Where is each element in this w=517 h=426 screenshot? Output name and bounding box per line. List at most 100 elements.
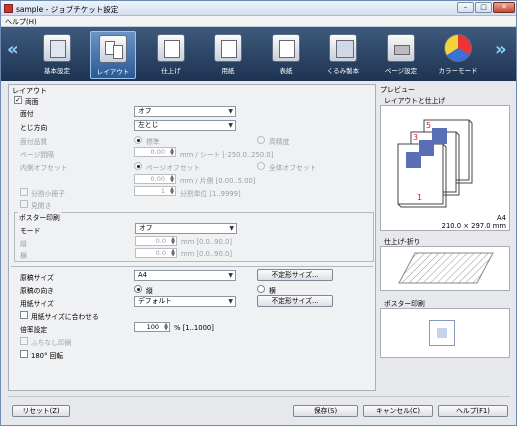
custom-size-button-2[interactable]: 不定形サイズ... (257, 295, 333, 307)
quality-high-radio[interactable] (257, 136, 265, 144)
offset-all-radio[interactable] (257, 162, 265, 170)
flower-image-icon (419, 140, 434, 156)
split-booklet-checkbox[interactable] (20, 188, 28, 196)
fit-to-paper-checkbox[interactable] (20, 311, 28, 319)
tab-perfect-binding[interactable]: くるみ製本 (320, 31, 366, 79)
offset-unit: mm / 片側 [0.00..5.00] (180, 177, 256, 185)
poster-vertical-input[interactable]: 0.0 ▲ ▼ (135, 236, 177, 246)
quality-high-label: 高精度 (269, 138, 290, 146)
quality-standard-radio[interactable] (134, 136, 142, 144)
tab-paper[interactable]: 用紙 (205, 31, 251, 79)
scroll-left-icon[interactable]: « (7, 41, 19, 59)
chevron-down-icon: ▼ (228, 108, 233, 115)
minimize-button[interactable]: – (457, 2, 474, 13)
page-number: 5 (426, 121, 431, 130)
chevron-down-icon: ▼ (228, 298, 233, 305)
input-value: 1 (160, 187, 165, 195)
reset-button[interactable]: リセット(Z) (12, 405, 70, 417)
spinner-icon[interactable]: ▲ ▼ (164, 323, 168, 332)
orientation-landscape-radio[interactable] (257, 285, 265, 293)
zoom-unit: % [1..1000] (174, 324, 214, 332)
tab-color-mode[interactable]: カラーモード (435, 31, 481, 79)
spread-checkbox[interactable] (20, 200, 28, 208)
preview-title: プレビュー (380, 86, 415, 94)
poster-mode-select[interactable]: オフ ▼ (135, 223, 237, 234)
window-title: sample - ジョブチケット設定 (16, 5, 119, 14)
imposition-quality-label: 面付品質 (20, 138, 48, 146)
tab-basic-settings[interactable]: 基本設定 (34, 31, 80, 79)
close-button[interactable]: ✕ (493, 2, 515, 13)
rotate-checkbox[interactable] (20, 350, 28, 358)
paper-size-select[interactable]: デフォルト ▼ (134, 296, 236, 307)
tab-finishing[interactable]: 仕上げ (148, 31, 194, 79)
paper-name: A4 (497, 214, 506, 222)
spinner-icon[interactable]: ▲ ▼ (171, 237, 175, 246)
poster-horizontal-unit: mm [0.0..90.0] (181, 250, 232, 258)
menu-bar: ヘルプ(H) (1, 16, 516, 27)
divider (11, 266, 373, 267)
tab-label: カラーモード (438, 67, 478, 75)
page-spacing-label: ページ間隔 (20, 151, 54, 159)
borderless-label: ふちなし印刷 (31, 339, 72, 347)
split-unit-label: 分割単位 [1..9999] (180, 190, 241, 198)
color-mode-icon (444, 34, 472, 62)
select-value: デフォルト (138, 297, 172, 305)
spread-label: 見開き (31, 202, 52, 210)
poster-horizontal-input[interactable]: 0.0 ▲ ▼ (135, 248, 177, 258)
spinner-icon[interactable]: ▲ ▼ (171, 249, 175, 258)
layout-icon (99, 35, 127, 63)
select-value: オフ (138, 107, 152, 115)
original-size-select[interactable]: A4 ▼ (134, 270, 236, 281)
zoom-label: 倍率設定 (20, 326, 48, 334)
menu-help[interactable]: ヘルプ(H) (5, 17, 37, 27)
poster-group-title: ポスター印刷 (18, 212, 61, 222)
split-unit-input[interactable]: 1 ▲ ▼ (134, 186, 176, 196)
tab-label: 基本設定 (44, 67, 70, 75)
orientation-portrait-radio[interactable] (134, 285, 142, 293)
offset-page-radio[interactable] (134, 162, 142, 170)
page-spacing-input[interactable]: 0.00 ▲ ▼ (134, 147, 176, 157)
spinner-icon[interactable]: ▲ ▼ (170, 148, 174, 157)
input-value: 0.0 (155, 249, 166, 257)
cancel-button[interactable]: キャンセル(C) (363, 405, 433, 417)
poster-preview-title: ポスター印刷 (384, 300, 425, 308)
tab-label: 表紙 (279, 67, 293, 75)
maximize-button[interactable]: □ (475, 2, 492, 13)
borderless-checkbox[interactable] (20, 337, 28, 345)
tab-page-settings[interactable]: ページ設定 (378, 31, 424, 79)
zoom-input[interactable]: 100 ▲ ▼ (134, 322, 170, 332)
custom-size-button[interactable]: 不定形サイズ... (257, 269, 333, 281)
spinner-icon[interactable]: ▲ ▼ (170, 187, 174, 196)
original-size-label: 原稿サイズ (20, 274, 54, 282)
orientation-landscape-label: 横 (269, 287, 276, 295)
tab-layout[interactable]: レイアウト (90, 31, 136, 79)
poster-print-group: ポスター印刷 モード オフ ▼ 縦 0.0 ▲ ▼ mm [0.0..90.0] 横 … (14, 212, 374, 262)
pages-per-sheet-select[interactable]: オフ ▼ (134, 106, 236, 117)
poster-preview (380, 308, 510, 358)
page-spacing-unit: mm / シート [-250.0..250.0] (180, 151, 274, 159)
poster-horizontal-label: 横 (20, 252, 27, 260)
chevron-down-icon: ▼ (228, 122, 233, 129)
perfect-binding-icon (329, 34, 357, 62)
save-button[interactable]: 保存(S) (293, 405, 358, 417)
fold-preview (380, 246, 510, 291)
poster-mode-label: モード (20, 227, 41, 235)
spinner-icon[interactable]: ▲ ▼ (170, 175, 174, 184)
tab-label: 仕上げ (161, 67, 181, 75)
offset-input[interactable]: 0.00 ▲ ▼ (134, 174, 176, 184)
binding-select[interactable]: 左とじ ▼ (134, 120, 236, 131)
flower-image-icon (432, 128, 447, 144)
tab-cover[interactable]: 表紙 (263, 31, 309, 79)
input-value: 100 (146, 323, 159, 331)
input-value: 0.00 (150, 148, 165, 156)
input-value: 0.00 (150, 175, 165, 183)
pages-preview-graphic: 5 3 1 (397, 119, 473, 208)
duplex-checkbox[interactable]: ✓ (14, 96, 22, 104)
title-bar: sample - ジョブチケット設定 – □ ✕ (1, 1, 516, 16)
basic-settings-icon (43, 34, 71, 62)
layout-preview: 5 3 1 A4 210.0 × 297.0 mm (380, 105, 510, 231)
finish-fold-title: 仕上げ-折り (384, 238, 421, 246)
select-value: オフ (139, 224, 153, 232)
help-button[interactable]: ヘルプ(F1) (438, 405, 508, 417)
scroll-right-icon[interactable]: » (495, 41, 507, 59)
